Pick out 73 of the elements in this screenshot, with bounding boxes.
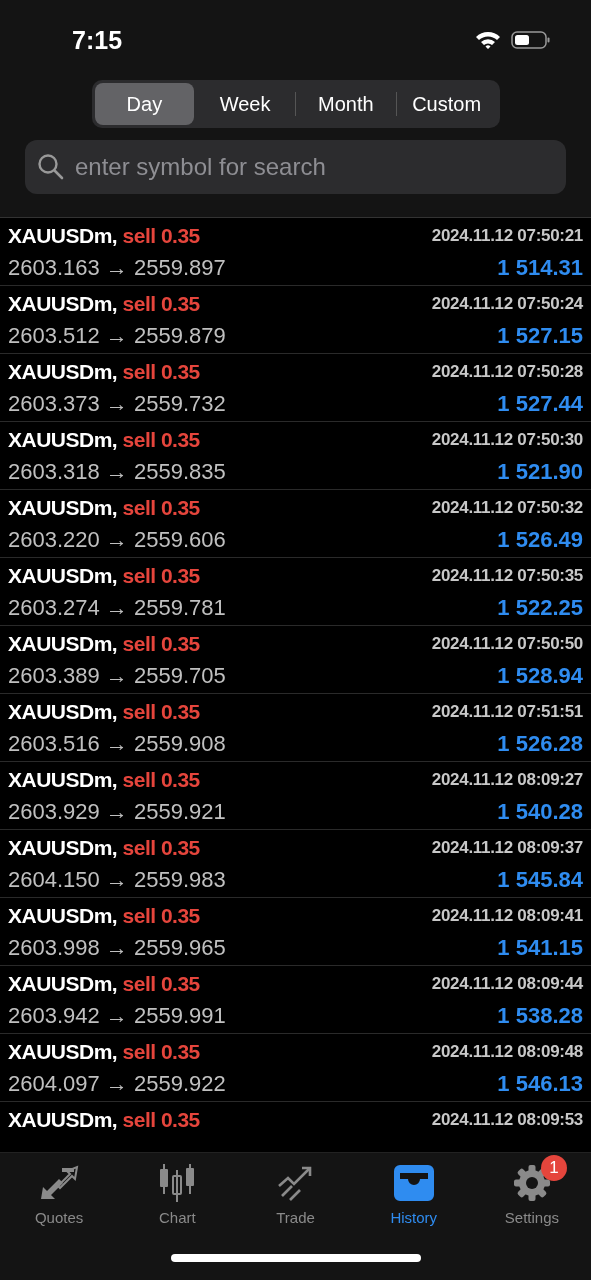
- wifi-icon: [475, 30, 501, 50]
- deal-title: XAUUSDm, sell 0.35: [8, 564, 200, 588]
- deal-profit: 1 545.84: [497, 867, 583, 893]
- deal-profit: 1 527.44: [497, 391, 583, 417]
- deal-time: 2024.11.12 08:09:44: [431, 974, 583, 994]
- deal-title: XAUUSDm, sell 0.35: [8, 292, 200, 316]
- deal-profit: 1 514.31: [497, 255, 583, 281]
- deal-title: XAUUSDm, sell 0.35: [8, 428, 200, 452]
- deal-prices: 2604.097 → 2559.922: [8, 1071, 226, 1097]
- tab-bar-item[interactable]: Chart: [118, 1153, 237, 1226]
- deal-profit: 1 527.15: [497, 323, 583, 349]
- deal-prices: 2603.929 → 2559.921: [8, 799, 226, 825]
- deal-time: 2024.11.12 07:50:24: [431, 294, 583, 314]
- deal-time: 2024.11.12 07:51:51: [431, 702, 583, 722]
- deal-title: XAUUSDm, sell 0.35: [8, 836, 200, 860]
- tab-bar-item[interactable]: History: [354, 1153, 473, 1226]
- deal-time: 2024.11.12 08:09:41: [431, 906, 583, 926]
- search-field[interactable]: enter symbol for search: [25, 140, 566, 194]
- period-tab[interactable]: Day: [94, 83, 195, 125]
- period-tab[interactable]: Month: [296, 83, 396, 125]
- deal-title: XAUUSDm, sell 0.35: [8, 904, 200, 928]
- deal-profit: 1 528.94: [497, 663, 583, 689]
- deal-prices: 2603.389 → 2559.705: [8, 663, 226, 689]
- inbox-icon: [393, 1165, 434, 1201]
- deal-time: 2024.11.12 07:50:30: [431, 430, 583, 450]
- battery-icon: [511, 30, 551, 50]
- deal-prices: 2603.318 → 2559.835: [8, 459, 226, 485]
- search-input[interactable]: enter symbol for search: [73, 152, 554, 182]
- deal-profit: 1 546.13: [497, 1071, 583, 1097]
- deal-time: 2024.11.12 07:50:28: [431, 362, 583, 382]
- deal-title: XAUUSDm, sell 0.35: [8, 496, 200, 520]
- deal-profit: 1 538.28: [497, 1003, 583, 1029]
- deal-title: XAUUSDm, sell 0.35: [8, 1040, 200, 1064]
- deal-title: XAUUSDm, sell 0.35: [8, 360, 200, 384]
- tab-bar-item[interactable]: Quotes: [0, 1153, 119, 1226]
- deal-prices: 2604.150 → 2559.983: [8, 867, 226, 893]
- deal-title: XAUUSDm, sell 0.35: [8, 700, 200, 724]
- deal-prices: 2603.274 → 2559.781: [8, 595, 226, 621]
- deal-title: XAUUSDm, sell 0.35: [8, 224, 200, 248]
- search-icon: [37, 153, 65, 181]
- deal-profit: 1 521.90: [497, 459, 583, 485]
- notification-badge: 1: [540, 1155, 567, 1181]
- deal-profit: 1 541.15: [497, 935, 583, 961]
- deal-profit: 1 526.28: [497, 731, 583, 757]
- deal-title: XAUUSDm, sell 0.35: [8, 972, 200, 996]
- deal-prices: 2603.512 → 2559.879: [8, 323, 226, 349]
- deal-time: 2024.11.12 07:50:21: [431, 226, 583, 246]
- period-tab[interactable]: Week: [195, 83, 295, 125]
- deal-time: 2024.11.12 08:09:53: [431, 1110, 583, 1130]
- deal-title: XAUUSDm, sell 0.35: [8, 1108, 200, 1132]
- gear-icon: [512, 1164, 551, 1202]
- tab-bar-item[interactable]: Trade: [236, 1153, 355, 1226]
- deal-time: 2024.11.12 08:09:48: [431, 1042, 583, 1062]
- deal-profit: 1 522.25: [497, 595, 583, 621]
- deal-time: 2024.11.12 08:09:37: [431, 838, 583, 858]
- tab-bar-item[interactable]: 1 Settings: [472, 1153, 591, 1226]
- deal-prices: 2603.998 → 2559.965: [8, 935, 226, 961]
- deal-profit: 1 540.28: [497, 799, 583, 825]
- deal-prices: 2603.373 → 2559.732: [8, 391, 226, 417]
- deal-profit: 1 526.49: [497, 527, 583, 553]
- arrows-icon: [39, 1165, 80, 1201]
- deal-prices: 2603.942 → 2559.991: [8, 1003, 226, 1029]
- period-tab[interactable]: Custom: [396, 83, 497, 125]
- deal-time: 2024.11.12 08:09:27: [431, 770, 583, 790]
- deal-prices: 2603.163 → 2559.897: [8, 255, 226, 281]
- status-time: 7:15: [72, 25, 123, 55]
- deal-title: XAUUSDm, sell 0.35: [8, 632, 200, 656]
- deal-time: 2024.11.12 07:50:35: [431, 566, 583, 586]
- deal-prices: 2603.220 → 2559.606: [8, 527, 226, 553]
- deal-prices: 2603.516 → 2559.908: [8, 731, 226, 757]
- deal-title: XAUUSDm, sell 0.35: [8, 768, 200, 792]
- deal-time: 2024.11.12 07:50:32: [431, 498, 583, 518]
- deal-time: 2024.11.12 07:50:50: [431, 634, 583, 654]
